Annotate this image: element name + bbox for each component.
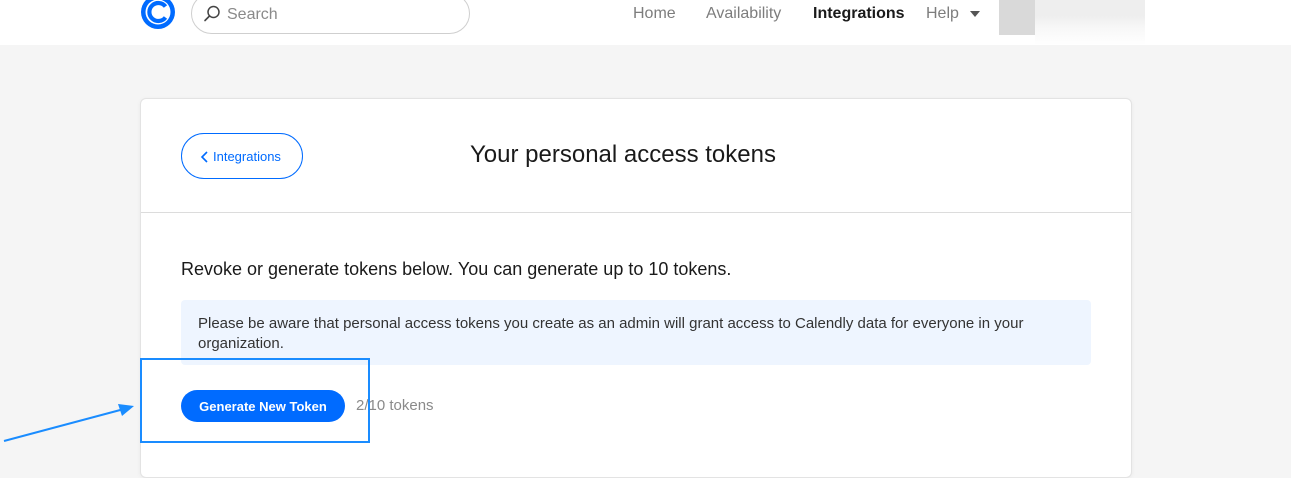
back-button-label: Integrations — [213, 149, 281, 164]
tokens-card: Integrations Your personal access tokens… — [140, 98, 1132, 478]
admin-notice-text: Please be aware that personal access tok… — [198, 315, 1024, 352]
top-nav: Home Availability Integrations Help — [0, 0, 1291, 45]
calendly-logo[interactable] — [140, 0, 176, 30]
nav-integrations-link[interactable]: Integrations — [813, 5, 905, 23]
search-icon — [204, 5, 220, 22]
nav-home-link[interactable]: Home — [633, 5, 676, 23]
account-menu[interactable] — [1035, 0, 1145, 45]
search-box[interactable] — [191, 0, 470, 34]
admin-notice: Please be aware that personal access tok… — [181, 300, 1091, 365]
avatar[interactable] — [999, 0, 1035, 35]
search-input[interactable] — [225, 2, 455, 28]
chevron-left-icon — [200, 151, 208, 163]
nav-availability-link[interactable]: Availability — [706, 5, 781, 23]
annotation-arrow-icon — [3, 404, 134, 442]
back-to-integrations-button[interactable]: Integrations — [181, 133, 303, 179]
generate-new-token-button[interactable]: Generate New Token — [181, 390, 345, 422]
token-count: 2/10 tokens — [356, 397, 434, 414]
intro-text: Revoke or generate tokens below. You can… — [181, 259, 732, 279]
card-header: Integrations Your personal access tokens — [141, 99, 1131, 213]
page-title: Your personal access tokens — [470, 141, 776, 168]
caret-down-icon[interactable] — [970, 11, 980, 17]
nav-help-link[interactable]: Help — [926, 5, 959, 23]
